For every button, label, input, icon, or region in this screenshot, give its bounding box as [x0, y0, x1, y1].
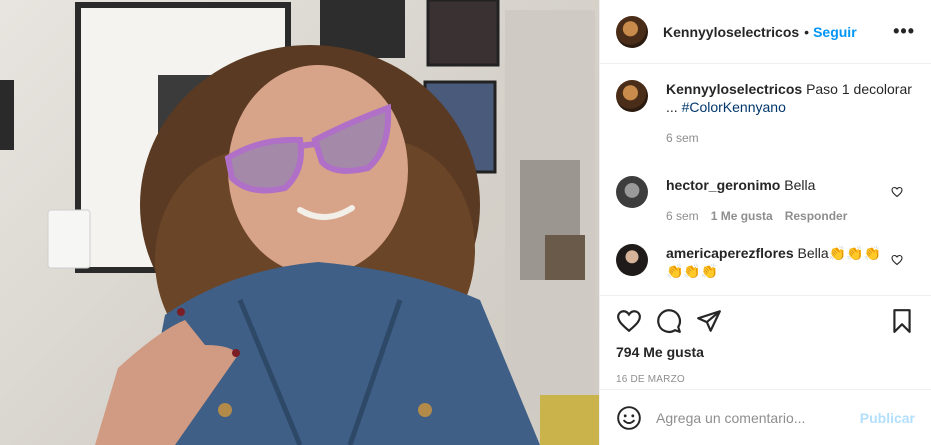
emoji-icon[interactable]: [616, 405, 642, 431]
reply-button[interactable]: Responder: [785, 207, 848, 225]
action-bar: [600, 296, 931, 340]
side-panel: Kennyyloselectricos • Seguir ••• Kennyyl…: [599, 0, 931, 445]
post-actions: 794 Me gusta 16 DE MARZO Publicar: [600, 295, 931, 445]
comment-text: Bella👏👏👏: [797, 245, 881, 261]
comment-avatar[interactable]: [616, 244, 648, 276]
post-modal: Kennyyloselectricos • Seguir ••• Kennyyl…: [0, 0, 931, 445]
post-header: Kennyyloselectricos • Seguir •••: [600, 0, 931, 64]
bookmark-icon[interactable]: [889, 308, 915, 334]
heart-icon[interactable]: [616, 308, 642, 334]
comment-age[interactable]: 6 sem: [666, 207, 699, 225]
comment-like-icon[interactable]: [891, 254, 903, 266]
post-photo[interactable]: [0, 0, 599, 445]
comment-item: americaperezflores Bella👏👏👏 👏👏👏: [616, 244, 915, 280]
comment-text-continued: 👏👏👏: [666, 263, 719, 279]
photo-illustration: [0, 0, 599, 445]
follow-button[interactable]: Seguir: [813, 24, 857, 40]
caption-avatar[interactable]: [616, 80, 648, 112]
more-options-icon[interactable]: •••: [893, 21, 915, 42]
author-avatar[interactable]: [616, 15, 648, 48]
caption-hashtag[interactable]: #ColorKennyano: [682, 99, 786, 115]
comment-like-icon[interactable]: [891, 186, 903, 198]
comment-text: Bella: [784, 177, 816, 193]
publish-button[interactable]: Publicar: [860, 410, 915, 426]
separator-dot: •: [804, 23, 810, 40]
caption-text: Paso 1 decolorar: [806, 81, 912, 97]
comment-item: hector_geronimo Bella 6 sem 1 Me gusta R…: [616, 176, 915, 238]
comments-list[interactable]: Kennyyloselectricos Paso 1 decolorar ...…: [600, 64, 931, 295]
caption-ellipsis: ...: [666, 99, 678, 115]
like-count[interactable]: 794 Me gusta: [600, 344, 931, 360]
share-icon[interactable]: [696, 308, 722, 334]
author-username[interactable]: Kennyyloselectricos: [663, 24, 799, 40]
caption: Kennyyloselectricos Paso 1 decolorar ...…: [616, 80, 915, 162]
caption-age[interactable]: 6 sem: [666, 129, 699, 147]
comment-input[interactable]: [656, 409, 860, 426]
comment-icon[interactable]: [656, 308, 682, 334]
comment-username[interactable]: americaperezflores: [666, 245, 794, 261]
comment-username[interactable]: hector_geronimo: [666, 177, 780, 193]
comment-avatar[interactable]: [616, 176, 648, 208]
post-date[interactable]: 16 DE MARZO: [600, 374, 931, 385]
add-comment-bar: Publicar: [600, 389, 931, 445]
comment-likes[interactable]: 1 Me gusta: [711, 207, 773, 225]
caption-username[interactable]: Kennyyloselectricos: [666, 81, 802, 97]
